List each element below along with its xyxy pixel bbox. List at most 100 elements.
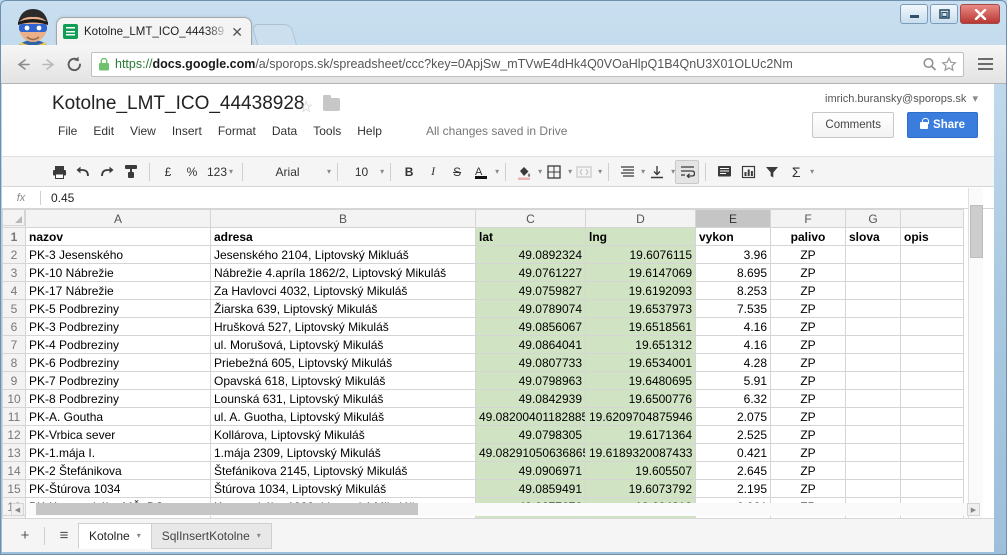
cell-nazov[interactable]: PK-Vrbica sever: [25, 425, 211, 444]
cell-lng[interactable]: 19.6147069: [585, 263, 696, 282]
row-number[interactable]: 11: [2, 407, 26, 426]
address-bar[interactable]: https://docs.google.com/a/sporops.sk/spr…: [91, 51, 964, 77]
filter-button[interactable]: [760, 160, 784, 184]
page-zoom-icon[interactable]: [922, 57, 937, 71]
row-number[interactable]: 9: [2, 371, 26, 390]
cell-adresa[interactable]: Kollárova, Liptovský Mikuláš: [210, 425, 476, 444]
percent-format-button[interactable]: %: [180, 160, 204, 184]
cell-lng[interactable]: 19.605507: [585, 461, 696, 480]
folder-icon[interactable]: [323, 95, 340, 111]
cell-lng[interactable]: 19.6518561: [585, 317, 696, 336]
column-header-d[interactable]: D: [585, 209, 696, 228]
cell-vykon[interactable]: 2.645: [695, 461, 771, 480]
cell-adresa[interactable]: Priebežná 605, Liptovský Mikuláš: [210, 353, 476, 372]
cell-nazov[interactable]: PK-8 Podbreziny: [25, 389, 211, 408]
italic-button[interactable]: I: [421, 160, 445, 184]
cell-lng[interactable]: 19.6076115: [585, 245, 696, 264]
cell-nazov[interactable]: PK-4 Podbreziny: [25, 335, 211, 354]
cell-vykon[interactable]: 2.525: [695, 425, 771, 444]
cell-lat[interactable]: 49.0906971: [475, 461, 586, 480]
cell-lat[interactable]: 49.0842939: [475, 389, 586, 408]
select-all-triangle[interactable]: [2, 209, 25, 226]
cell-vykon[interactable]: 3.96: [695, 245, 771, 264]
cell-opis[interactable]: opis: [900, 227, 964, 246]
font-size-select[interactable]: 10: [344, 160, 378, 184]
cell-slova[interactable]: [845, 479, 901, 498]
row-number[interactable]: 15: [2, 479, 26, 498]
chevron-down-icon[interactable]: ▾: [810, 167, 814, 176]
cell-vykon[interactable]: 4.28: [695, 353, 771, 372]
fill-color-button[interactable]: [512, 160, 536, 184]
row-number[interactable]: 2: [2, 245, 26, 264]
cell-lat[interactable]: 49.0864041: [475, 335, 586, 354]
cell-nazov[interactable]: PK-2 Štefánikova: [25, 461, 211, 480]
text-color-button[interactable]: A: [469, 160, 493, 184]
insert-comment-button[interactable]: [712, 160, 736, 184]
row-number[interactable]: 7: [2, 335, 26, 354]
strikethrough-button[interactable]: S: [445, 160, 469, 184]
cell-lng[interactable]: 19.651312: [585, 335, 696, 354]
new-tab-button[interactable]: [250, 24, 298, 45]
cell-palivo[interactable]: ZP: [770, 299, 846, 318]
cell-vykon[interactable]: 4.16: [695, 335, 771, 354]
cell-adresa[interactable]: Nábrežie 4.apríla 1862/2, Liptovský Miku…: [210, 263, 476, 282]
row-number[interactable]: 12: [2, 425, 26, 444]
cell-adresa[interactable]: Hrušková 527, Liptovský Mikuláš: [210, 317, 476, 336]
cell-slova[interactable]: [845, 389, 901, 408]
column-header-a[interactable]: A: [25, 209, 211, 228]
row-number[interactable]: 13: [2, 443, 26, 462]
undo-button[interactable]: [71, 160, 95, 184]
tab-close-icon[interactable]: ✕: [229, 25, 245, 39]
column-header-h[interactable]: [900, 209, 964, 228]
chevron-down-icon[interactable]: ▾: [257, 531, 261, 540]
scroll-right-button[interactable]: ▶: [967, 503, 980, 516]
cell-lat[interactable]: 49.0798305: [475, 425, 586, 444]
cell-slova[interactable]: [845, 425, 901, 444]
menu-insert[interactable]: Insert: [164, 122, 210, 140]
cell-adresa[interactable]: Žiarska 639, Liptovský Mikuláš: [210, 299, 476, 318]
menu-help[interactable]: Help: [349, 122, 390, 140]
forward-button[interactable]: [35, 51, 61, 77]
cell-palivo[interactable]: ZP: [770, 461, 846, 480]
cell-lat[interactable]: 49.0759827: [475, 281, 586, 300]
cell-lat[interactable]: 49.0892324: [475, 245, 586, 264]
cell-palivo[interactable]: ZP: [770, 335, 846, 354]
cell-lng[interactable]: lng: [585, 227, 696, 246]
back-button[interactable]: [9, 51, 35, 77]
cell-palivo[interactable]: ZP: [770, 407, 846, 426]
cell-lat[interactable]: 49.0798963: [475, 371, 586, 390]
column-header-g[interactable]: G: [845, 209, 901, 228]
menu-file[interactable]: File: [50, 122, 85, 140]
formula-input[interactable]: 0.45: [41, 191, 74, 205]
insert-chart-button[interactable]: [736, 160, 760, 184]
borders-button[interactable]: [542, 160, 566, 184]
cell-lat[interactable]: 49.0761227: [475, 263, 586, 282]
cell-adresa[interactable]: Štúrova 1034, Liptovský Mikuláš: [210, 479, 476, 498]
chevron-down-icon[interactable]: ▾: [598, 167, 602, 176]
cell-nazov[interactable]: PK-3 Jesenského: [25, 245, 211, 264]
cell-nazov[interactable]: PK-A. Goutha: [25, 407, 211, 426]
cell-nazov[interactable]: PK-17 Nábrežie: [25, 281, 211, 300]
cell-lng[interactable]: 19.6171364: [585, 425, 696, 444]
column-header-f[interactable]: F: [770, 209, 846, 228]
menu-format[interactable]: Format: [210, 122, 264, 140]
row-number[interactable]: 5: [2, 299, 26, 318]
row-number[interactable]: 3: [2, 263, 26, 282]
cell-slova[interactable]: [845, 281, 901, 300]
chevron-down-icon[interactable]: ▾: [327, 167, 331, 176]
cell-vykon[interactable]: vykon: [695, 227, 771, 246]
cell-opis[interactable]: [900, 317, 964, 336]
cell-vykon[interactable]: 6.32: [695, 389, 771, 408]
chrome-menu-button[interactable]: [972, 51, 998, 77]
cell-palivo[interactable]: ZP: [770, 317, 846, 336]
cell-lng[interactable]: 19.6537973: [585, 299, 696, 318]
row-number[interactable]: 6: [2, 317, 26, 336]
merge-cells-button[interactable]: [572, 160, 596, 184]
cell-lng[interactable]: 19.6192093: [585, 281, 696, 300]
cell-adresa[interactable]: Opavská 618, Liptovský Mikuláš: [210, 371, 476, 390]
vertical-align-button[interactable]: [645, 160, 669, 184]
cell-lng[interactable]: 19.6480695: [585, 371, 696, 390]
cell-palivo[interactable]: ZP: [770, 281, 846, 300]
cell-adresa[interactable]: Za Havlovci 4032, Liptovský Mikuláš: [210, 281, 476, 300]
account-menu[interactable]: imrich.buransky@sporops.sk ▾: [825, 92, 978, 105]
